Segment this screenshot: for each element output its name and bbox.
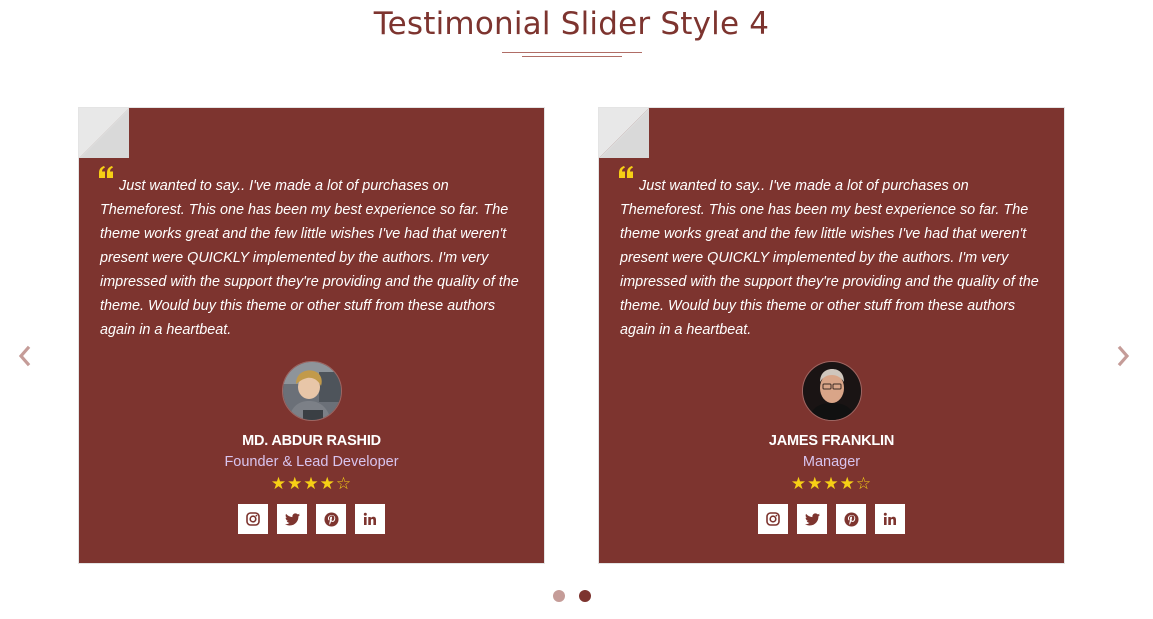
- title-underline: [502, 52, 642, 58]
- twitter-button[interactable]: [277, 504, 307, 534]
- pinterest-button[interactable]: [316, 504, 346, 534]
- pinterest-icon: [323, 511, 339, 527]
- linkedin-icon: [363, 512, 376, 525]
- testimonial-role: Manager: [802, 454, 861, 470]
- instagram-button[interactable]: [238, 504, 268, 534]
- social-links: [79, 504, 544, 534]
- testimonial-card: Just wanted to say.. I've made a lot of …: [78, 107, 545, 564]
- social-links: [599, 504, 1064, 534]
- star-rating-text: ★★★★☆: [790, 474, 873, 493]
- instagram-icon: [246, 512, 260, 526]
- testimonial-name: JAMES FRANKLIN: [768, 433, 895, 449]
- testimonial-name: MD. ABDUR RASHID: [242, 433, 381, 449]
- star-rating-text: ★★★★☆: [270, 474, 353, 493]
- next-slide-button[interactable]: [1113, 341, 1135, 371]
- testimonial-quote: Just wanted to say.. I've made a lot of …: [620, 178, 1039, 338]
- page-title: Testimonial Slider Style 4: [373, 6, 770, 42]
- star-rating: ★★★★☆: [599, 473, 1064, 495]
- pagination-dot[interactable]: [552, 590, 565, 602]
- page-curl-corner: [79, 108, 129, 158]
- pagination-dot-active[interactable]: [578, 590, 591, 602]
- linkedin-button[interactable]: [355, 504, 385, 534]
- instagram-button[interactable]: [758, 504, 788, 534]
- instagram-icon: [766, 512, 780, 526]
- linkedin-button[interactable]: [875, 504, 905, 534]
- avatar: [802, 361, 862, 421]
- slider-pagination: [0, 590, 1143, 602]
- prev-slide-button[interactable]: [13, 341, 35, 371]
- chevron-left-icon: [18, 345, 31, 367]
- testimonial-role: Founder & Lead Developer: [224, 454, 399, 470]
- pinterest-icon: [843, 511, 859, 527]
- pinterest-button[interactable]: [836, 504, 866, 534]
- twitter-button[interactable]: [797, 504, 827, 534]
- avatar: [282, 361, 342, 421]
- testimonial-card: Just wanted to say.. I've made a lot of …: [598, 107, 1065, 564]
- page-curl-corner: [599, 108, 649, 158]
- twitter-icon: [284, 512, 300, 525]
- linkedin-icon: [883, 512, 896, 525]
- star-rating: ★★★★☆: [79, 473, 544, 495]
- chevron-right-icon: [1117, 345, 1130, 367]
- twitter-icon: [804, 512, 820, 525]
- testimonial-quote: Just wanted to say.. I've made a lot of …: [100, 178, 519, 338]
